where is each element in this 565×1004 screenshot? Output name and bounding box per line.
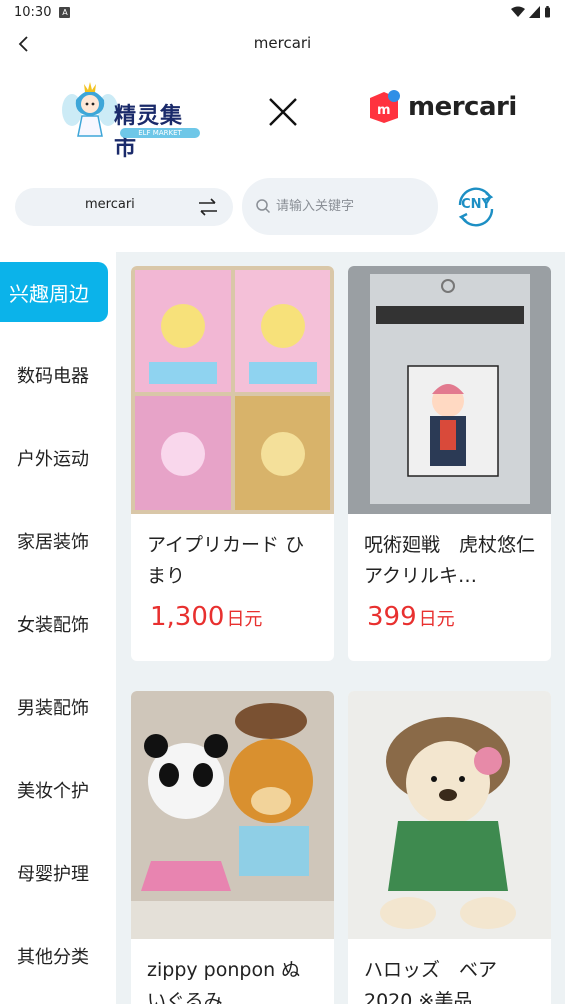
search-icon xyxy=(256,199,271,214)
plush-toys-photo xyxy=(131,691,334,939)
product-title: zippy ponpon ぬいぐるみ xyxy=(147,959,301,1004)
signal-icon xyxy=(529,6,540,18)
category-item-mens[interactable]: 男装配饰 xyxy=(0,677,108,737)
status-icons xyxy=(511,6,551,18)
product-title: 呪術廻戦 虎杖悠仁 アクリルキ… xyxy=(364,534,551,587)
category-item-hobby[interactable]: 兴趣周边 xyxy=(0,262,108,322)
teddy-bear-photo xyxy=(348,691,551,939)
search-box[interactable] xyxy=(242,178,438,235)
product-price: 399 日元 xyxy=(348,592,551,632)
category-item-digital[interactable]: 数码电器 xyxy=(0,345,108,405)
product-image xyxy=(131,266,334,514)
product-image xyxy=(131,691,334,939)
product-card[interactable]: ハロッズ ベア 2020 ※美品 … xyxy=(348,691,551,1004)
cross-icon xyxy=(269,98,297,126)
mercari-wordmark: mercari xyxy=(408,92,517,122)
price-value: 1,300 xyxy=(150,602,225,632)
wifi-icon xyxy=(511,6,525,17)
product-image xyxy=(348,691,551,939)
mercari-logo: m mercari xyxy=(368,90,517,124)
product-price: 1,300 日元 xyxy=(131,592,334,632)
search-input[interactable] xyxy=(276,194,426,218)
currency-toggle[interactable]: CNY xyxy=(452,183,500,231)
product-card[interactable]: アイプリカード ひまり 1,300 日元 xyxy=(131,266,334,661)
product-title: ハロッズ ベア 2020 ※美品 … xyxy=(364,959,511,1004)
fairy-market-logo: 精灵集市 ELF MARKET xyxy=(62,80,202,161)
status-bar: 10:30 A xyxy=(0,0,565,24)
product-card[interactable]: 呪術廻戦 虎杖悠仁 アクリルキ… 399 日元 xyxy=(348,266,551,661)
category-item-womens[interactable]: 女装配饰 xyxy=(0,594,108,654)
status-time: 10:30 xyxy=(14,4,52,20)
page-title: mercari xyxy=(253,34,312,52)
price-unit: 日元 xyxy=(226,609,263,630)
category-item-baby[interactable]: 母婴护理 xyxy=(0,843,108,903)
category-item-outdoor[interactable]: 户外运动 xyxy=(0,428,108,488)
acrylic-keychain-photo xyxy=(348,266,551,514)
category-item-beauty[interactable]: 美妆个护 xyxy=(0,760,108,820)
mercari-box-icon: m xyxy=(370,90,400,123)
swap-icon[interactable] xyxy=(197,196,219,218)
product-grid: アイプリカード ひまり 1,300 日元 呪術廻戦 虎杖悠仁 アクリルキ… 39… xyxy=(116,252,565,1004)
status-left: 10:30 A xyxy=(14,4,71,20)
battery-icon xyxy=(545,6,550,18)
category-item-other[interactable]: 其他分类 xyxy=(0,926,108,986)
platform-label: mercari xyxy=(85,197,135,212)
fairy-mascot-icon xyxy=(62,82,118,137)
product-image xyxy=(348,266,551,514)
nav-bar: mercari xyxy=(0,24,565,64)
notification-icon: A xyxy=(59,6,71,18)
category-sidebar: 兴趣周边 数码电器 户外运动 家居装饰 女装配饰 男装配饰 美妆个护 母婴护理 … xyxy=(0,252,116,1004)
toolbar: mercari CNY xyxy=(0,178,565,238)
category-item-home[interactable]: 家居装饰 xyxy=(0,511,108,571)
platform-selector[interactable]: mercari xyxy=(15,188,233,226)
trading-cards-photo xyxy=(131,266,334,514)
fairy-market-subtitle: ELF MARKET xyxy=(120,128,200,138)
price-unit: 日元 xyxy=(418,609,455,630)
collab-banner: 精灵集市 ELF MARKET m mercari xyxy=(0,70,565,161)
price-value: 399 xyxy=(367,602,417,632)
product-title: アイプリカード ひまり xyxy=(147,534,305,587)
product-card[interactable]: zippy ponpon ぬいぐるみ xyxy=(131,691,334,1004)
currency-label: CNY xyxy=(461,197,491,212)
svg-text:m: m xyxy=(377,103,391,118)
